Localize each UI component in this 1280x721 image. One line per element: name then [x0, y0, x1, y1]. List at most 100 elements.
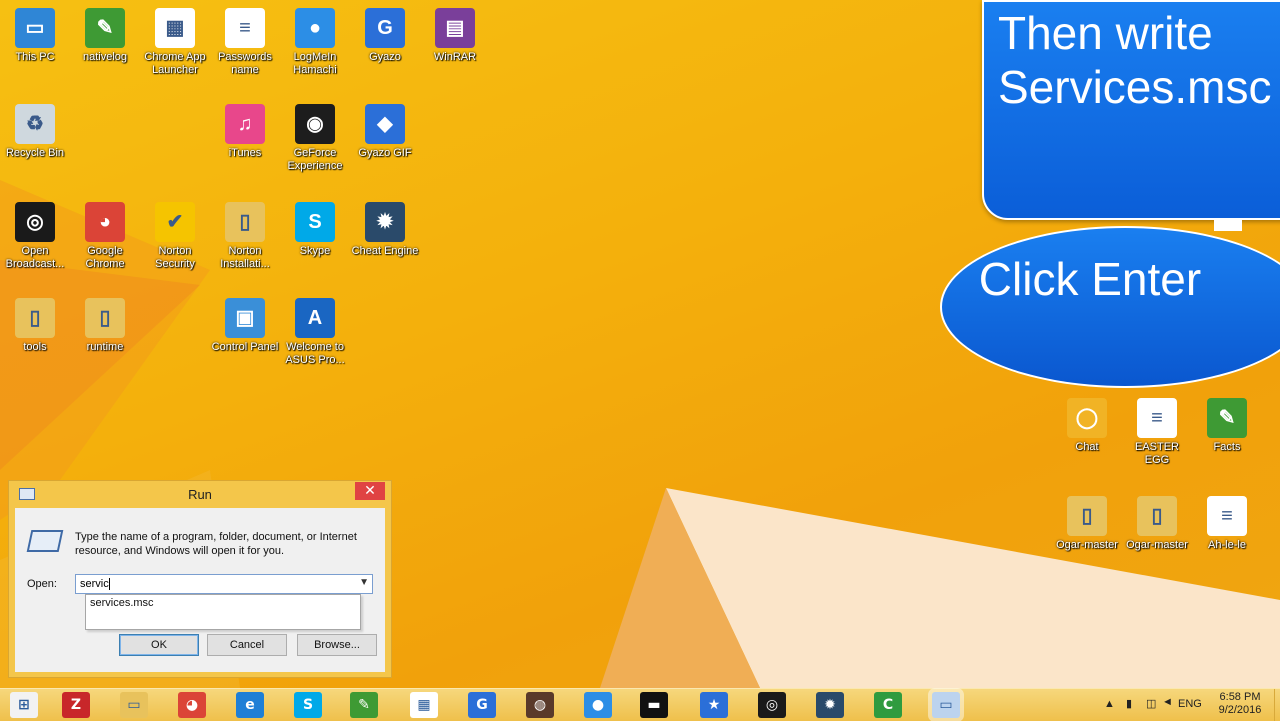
desktop-icon[interactable]: S Skype: [280, 202, 350, 258]
control-panel-icon: ▣: [225, 298, 265, 338]
desktop-icon[interactable]: A Welcome to ASUS Pro...: [280, 298, 350, 367]
chrome-icon[interactable]: ◕: [178, 692, 206, 718]
desktop-icon-label: Norton Installati...: [220, 245, 270, 270]
text-file-icon: ≡: [1207, 496, 1247, 536]
run-app-icon: [26, 530, 64, 552]
game-icon[interactable]: ◍: [526, 692, 554, 718]
open-input[interactable]: servic ▼: [75, 574, 373, 594]
desktop-icon[interactable]: ▣ Control Panel: [210, 298, 280, 354]
desktop-icon-label: Google Chrome: [85, 245, 125, 270]
desktop-icon[interactable]: ◕ Google Chrome: [70, 202, 140, 271]
desktop-icon-label: Ah-le-le: [1208, 539, 1246, 551]
desktop-icon[interactable]: ♻ Recycle Bin: [0, 104, 70, 160]
monitor-icon: ▭: [15, 8, 55, 48]
chevron-down-icon[interactable]: ▼: [359, 577, 369, 588]
show-desktop-button[interactable]: [1274, 689, 1280, 721]
text-caret: [108, 578, 110, 591]
star-app-icon[interactable]: ★: [700, 692, 728, 718]
chrome-chat-icon: ◯: [1067, 398, 1107, 438]
command-prompt-icon[interactable]: ▬: [640, 692, 668, 718]
folder-icon: ▯: [225, 202, 265, 242]
volume-icon[interactable]: ◄: [1162, 696, 1173, 708]
desktop-icon[interactable]: ≡ Ah-le-le: [1192, 496, 1262, 552]
desktop-icon[interactable]: ≡ Passwords name: [210, 8, 280, 77]
ok-button[interactable]: OK: [119, 634, 199, 656]
desktop-icon[interactable]: ▯ runtime: [70, 298, 140, 354]
camtasia-icon[interactable]: C: [874, 692, 902, 718]
skype-icon: S: [295, 202, 335, 242]
file-explorer-icon[interactable]: ▭: [120, 692, 148, 718]
skype-icon[interactable]: S: [294, 692, 322, 718]
desktop-icon-label: iTunes: [228, 147, 262, 159]
cancel-button[interactable]: Cancel: [207, 634, 287, 656]
folder-icon: ▯: [1067, 496, 1107, 536]
desktop-icon-label: Open Broadcast...: [5, 245, 65, 270]
hamachi-icon[interactable]: ●: [584, 692, 612, 718]
desktop-icon-label: Chrome App Launcher: [144, 51, 206, 76]
open-label: Open:: [27, 578, 57, 590]
network-icon[interactable]: ◫: [1146, 697, 1156, 710]
autocomplete-item[interactable]: services.msc: [90, 597, 356, 609]
gyazo-icon[interactable]: G: [468, 692, 496, 718]
desktop-icon[interactable]: ▯ Ogar-master: [1052, 496, 1122, 552]
app-launcher-icon[interactable]: ▦: [410, 692, 438, 718]
instruction-callout-write: Then write Services.msc: [982, 0, 1280, 220]
run-title-bar[interactable]: Run ✕: [9, 481, 391, 507]
desktop-icon[interactable]: ✹ Cheat Engine: [350, 202, 420, 258]
desktop-icon[interactable]: G Gyazo: [350, 8, 420, 64]
run-dialog[interactable]: Run ✕ Type the name of a program, folder…: [8, 480, 392, 678]
desktop-icon-label: Passwords name: [218, 51, 272, 76]
desktop-icon[interactable]: ✎ Facts: [1192, 398, 1262, 454]
language-indicator[interactable]: ENG: [1178, 698, 1202, 710]
internet-explorer-icon[interactable]: e: [236, 692, 264, 718]
desktop-icon[interactable]: ▦ Chrome App Launcher: [140, 8, 210, 77]
obs-icon[interactable]: ◎: [758, 692, 786, 718]
desktop-icon[interactable]: ◆ Gyazo GIF: [350, 104, 420, 160]
desktop-icon-label: WinRAR: [433, 51, 477, 63]
notepad-icon: ✎: [85, 8, 125, 48]
cheat-engine-icon[interactable]: ✹: [816, 692, 844, 718]
chevron-up-icon[interactable]: ▲: [1104, 698, 1115, 710]
desktop-icon-label: Facts: [1213, 441, 1241, 453]
desktop-icon[interactable]: ● LogMeIn Hamachi: [280, 8, 350, 77]
desktop-icon[interactable]: ◎ Open Broadcast...: [0, 202, 70, 271]
desktop-icon-label: nativelog: [82, 51, 128, 63]
taskbar: ⊞ Z ▭ ◕ e S ✎ ▦ G ◍ ● ▬ ★ ◎ ✹ C ▭ ▲ ▮ ◫ ◄ ENG 6:58 PM 9/…: [0, 688, 1280, 721]
desktop-icon[interactable]: ▯ tools: [0, 298, 70, 354]
desktop-icon[interactable]: ◯ Chat: [1052, 398, 1122, 454]
desktop-icon[interactable]: ≡ EASTER EGG: [1122, 398, 1192, 467]
desktop-icon[interactable]: ✔ Norton Security: [140, 202, 210, 271]
clock[interactable]: 6:58 PM 9/2/2016: [1216, 691, 1264, 717]
desktop-icon[interactable]: ✎ nativelog: [70, 8, 140, 64]
desktop-icon[interactable]: ▤ WinRAR: [420, 8, 490, 64]
desktop-icon-label: Gyazo GIF: [358, 147, 412, 159]
desktop-icon-label: Cheat Engine: [351, 245, 419, 257]
desktop-icon[interactable]: ▯ Norton Installati...: [210, 202, 280, 271]
itunes-icon: ♫: [225, 104, 265, 144]
browse-button[interactable]: Browse...: [297, 634, 377, 656]
desktop-icon-label: runtime: [86, 341, 124, 353]
open-input-value: servic: [80, 578, 109, 590]
close-button[interactable]: ✕: [355, 482, 385, 500]
norton-icon: ✔: [155, 202, 195, 242]
geforce-icon: ◉: [295, 104, 335, 144]
signal-icon[interactable]: ▮: [1126, 697, 1132, 710]
callout-enter-text: Click Enter: [978, 253, 1202, 305]
desktop-icon[interactable]: ▯ Ogar-master: [1122, 496, 1192, 552]
winrar-icon: ▤: [435, 8, 475, 48]
run-icon[interactable]: ▭: [932, 692, 960, 718]
desktop-icon-label: Control Panel: [211, 341, 279, 353]
cheat-engine-icon: ✹: [365, 202, 405, 242]
notepad-icon: ✎: [1207, 398, 1247, 438]
notepad-plus-icon[interactable]: ✎: [350, 692, 378, 718]
gyazo-gif-icon: ◆: [365, 104, 405, 144]
windows-start-icon[interactable]: ⊞: [10, 692, 38, 718]
obs-icon: ◎: [15, 202, 55, 242]
desktop-icon[interactable]: ♫ iTunes: [210, 104, 280, 160]
desktop-icon[interactable]: ▭ This PC: [0, 8, 70, 64]
desktop-icon[interactable]: ◉ GeForce Experience: [280, 104, 350, 173]
autocomplete-dropdown[interactable]: services.msc: [85, 594, 361, 630]
callout-line-2: Services.msc: [998, 61, 1272, 113]
filezilla-icon[interactable]: Z: [62, 692, 90, 718]
desktop-icon-label: LogMeIn Hamachi: [293, 51, 337, 76]
